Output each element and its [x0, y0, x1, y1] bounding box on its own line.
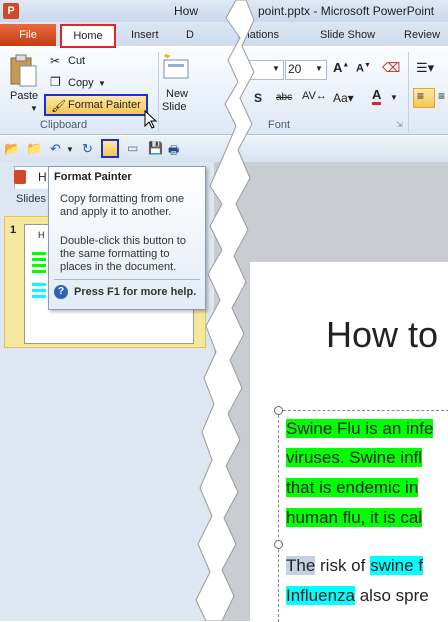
torn-edge-overlay — [195, 0, 255, 621]
